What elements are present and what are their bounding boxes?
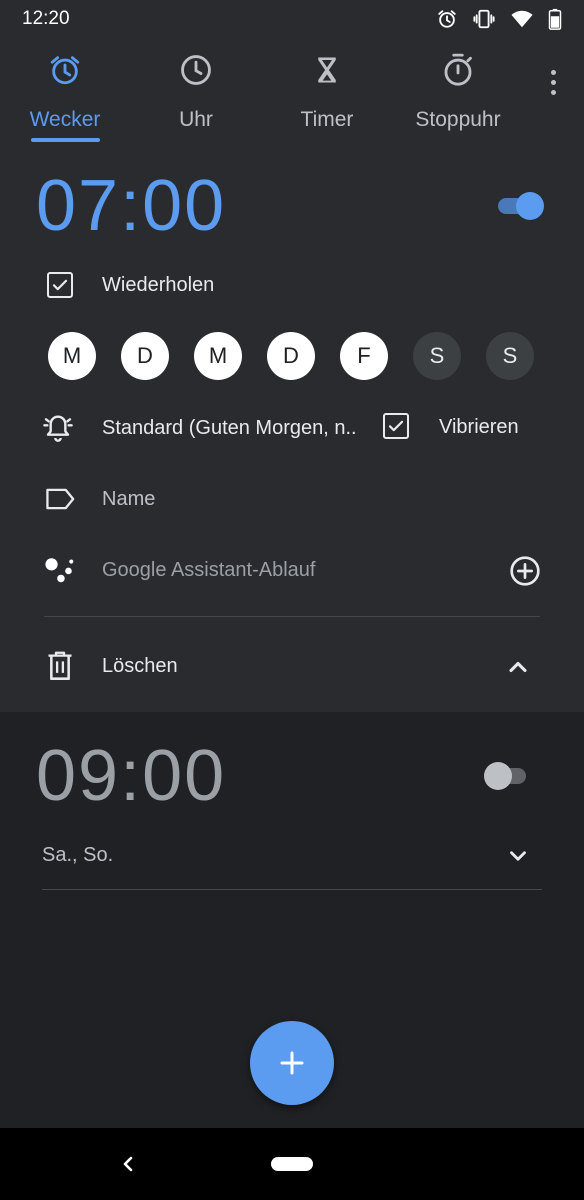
bell-ring-icon [42, 412, 74, 444]
tab-stoppuhr[interactable]: Stoppuhr [393, 48, 523, 148]
chevron-up-icon [509, 661, 527, 673]
chevron-down-icon [510, 851, 526, 861]
ringtone-label[interactable]: Standard (Guten Morgen, n.. [102, 417, 357, 440]
day-wednesday[interactable]: M [194, 332, 242, 380]
stopwatch-icon [441, 48, 475, 92]
add-routine-button[interactable] [509, 555, 541, 592]
repeat-label: Wiederholen [102, 273, 215, 296]
assistant-routine-row[interactable]: Google Assistant-Ablauf [0, 553, 584, 587]
check-icon [52, 279, 68, 291]
delete-label[interactable]: Löschen [102, 655, 178, 678]
trash-icon [44, 650, 76, 682]
tab-label: Wecker [29, 108, 101, 131]
divider [44, 616, 540, 617]
day-friday[interactable]: F [340, 332, 388, 380]
vibrate-checkbox[interactable] [383, 413, 409, 439]
alarm-toggle[interactable] [496, 190, 544, 220]
day-saturday[interactable]: S [413, 332, 461, 380]
day-sunday[interactable]: S [486, 332, 534, 380]
alarm-time[interactable]: 07:00 [36, 166, 226, 246]
battery-icon [548, 8, 562, 30]
nav-home-button[interactable] [271, 1157, 313, 1171]
alarm-icon [438, 10, 456, 28]
clock-app-screen: 12:20 Wecker Uhr Timer Stoppuhr 07:00 Wi… [0, 0, 584, 1200]
alarm-card-collapsed[interactable]: 09:00 Sa., So. [0, 712, 584, 912]
clock-icon [179, 48, 213, 92]
add-circle-icon [510, 556, 540, 586]
status-icons [436, 8, 562, 30]
day-monday[interactable]: M [48, 332, 96, 380]
system-nav-bar [0, 1128, 584, 1200]
alarm-toggle[interactable] [484, 760, 532, 790]
tab-wecker[interactable]: Wecker [0, 48, 130, 148]
alarm-clock-icon [48, 48, 82, 92]
day-thursday[interactable]: D [267, 332, 315, 380]
tab-label: Stoppuhr [415, 108, 501, 131]
label-tag-icon [44, 483, 76, 515]
plus-icon [280, 1051, 304, 1075]
tab-label: Timer [300, 108, 354, 131]
more-vert-icon [550, 69, 556, 75]
expand-button[interactable] [505, 843, 531, 874]
alarm-days-summary: Sa., So. [42, 844, 114, 866]
delete-row[interactable]: Löschen [0, 649, 584, 683]
wifi-icon [511, 10, 533, 28]
status-time: 12:20 [22, 8, 70, 29]
alarm-time[interactable]: 09:00 [36, 736, 226, 816]
tab-label: Uhr [179, 108, 213, 131]
collapse-button[interactable] [504, 653, 532, 686]
repeat-checkbox[interactable] [44, 269, 76, 301]
label-field[interactable]: Name [102, 488, 155, 511]
active-tab-indicator [31, 138, 100, 142]
add-alarm-button[interactable] [250, 1021, 334, 1105]
vibrate-label: Vibrieren [439, 416, 519, 438]
tab-timer[interactable]: Timer [262, 48, 392, 148]
day-tuesday[interactable]: D [121, 332, 169, 380]
hourglass-icon [312, 48, 342, 92]
divider [42, 889, 542, 890]
overflow-menu-button[interactable] [546, 62, 560, 102]
weekday-selector: M D M D F S S [48, 332, 534, 380]
back-chevron-icon [123, 1156, 133, 1172]
check-icon [388, 420, 404, 432]
alarm-card-expanded[interactable]: 07:00 Wiederholen M D M D F S S Standard… [0, 164, 584, 712]
vibrate-icon [473, 9, 495, 29]
repeat-row[interactable]: Wiederholen [0, 268, 584, 302]
google-assistant-icon [44, 554, 76, 586]
tab-bar: Wecker Uhr Timer Stoppuhr [0, 38, 584, 164]
tab-uhr[interactable]: Uhr [131, 48, 261, 148]
status-bar: 12:20 [0, 0, 584, 38]
assistant-routine-label: Google Assistant-Ablauf [102, 558, 316, 581]
nav-back-button[interactable] [116, 1152, 140, 1176]
label-row[interactable]: Name [0, 482, 584, 516]
